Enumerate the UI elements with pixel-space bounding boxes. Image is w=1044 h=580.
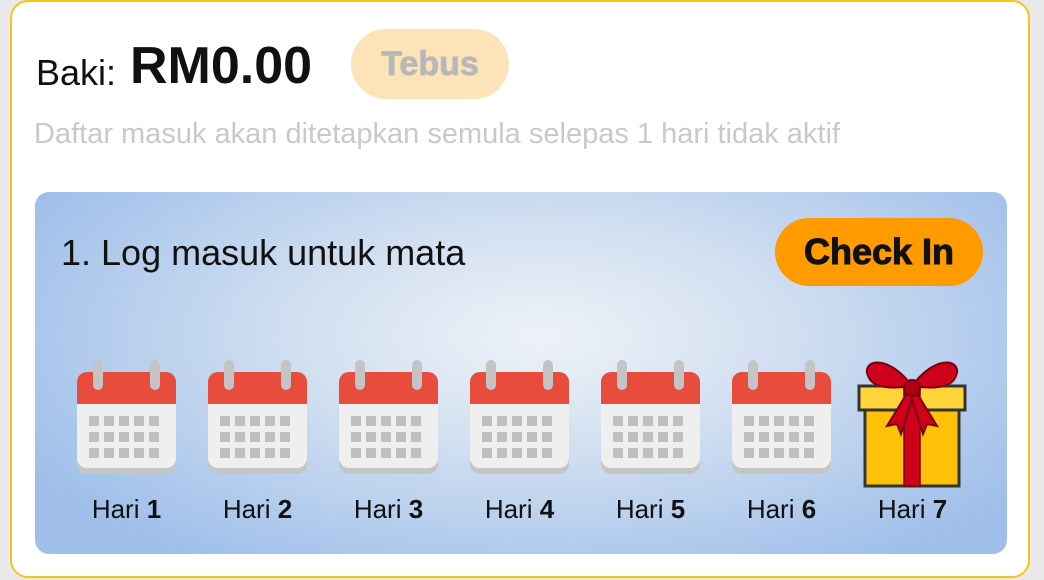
day-item-2: Hari 2	[192, 352, 323, 552]
day-label: Hari 5	[615, 494, 686, 524]
calendar-icon	[470, 360, 569, 474]
day-label: Hari 7	[877, 494, 948, 524]
day-label: Hari 1	[91, 494, 162, 524]
calendar-icon	[339, 360, 438, 474]
calendar-icon	[732, 360, 831, 474]
day-item-4: Hari 4	[454, 352, 585, 552]
balance-label: Baki:	[36, 52, 117, 93]
day-label: Hari 6	[746, 494, 817, 524]
task-title: 1. Log masuk untuk mata	[61, 232, 466, 273]
day-item-5: Hari 5	[585, 352, 716, 552]
balance-value: RM0.00	[130, 37, 313, 95]
day-item-3: Hari 3	[323, 352, 454, 552]
calendar-icon	[601, 360, 700, 474]
check-in-button[interactable]: Check In	[775, 218, 983, 286]
day-item-6: Hari 6	[716, 352, 847, 552]
checkin-task-panel: 1. Log masuk untuk mata Check In Hari 1	[35, 192, 1007, 554]
calendar-icon	[208, 360, 307, 474]
day-item-1: Hari 1	[61, 352, 192, 552]
calendar-icon	[77, 360, 176, 474]
reset-notice: Daftar masuk akan ditetapkan semula sele…	[34, 118, 840, 150]
checkin-card: Baki: RM0.00 Tebus Daftar masuk akan dit…	[10, 0, 1030, 578]
day-streak: Hari 1 Hari 2 Hari 3 Hari 4 Hari 5 Hari …	[35, 352, 1007, 552]
day-label: Hari 4	[484, 494, 555, 524]
day-label: Hari 2	[222, 494, 293, 524]
day-item-7: Hari 7	[847, 352, 978, 552]
redeem-button[interactable]: Tebus	[351, 29, 509, 99]
gift-icon	[857, 361, 967, 488]
day-label: Hari 3	[353, 494, 424, 524]
